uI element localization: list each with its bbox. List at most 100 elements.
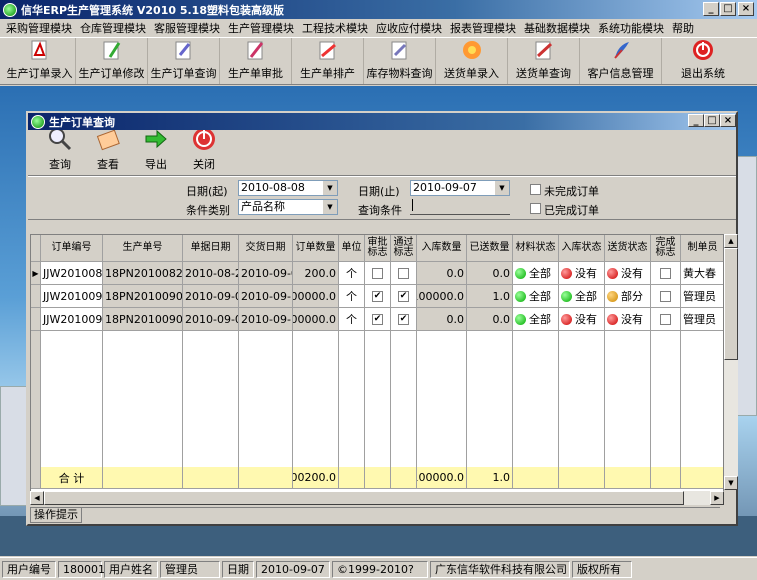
unfinished-checkbox[interactable] xyxy=(530,184,541,195)
maximize-button[interactable]: □ xyxy=(720,2,736,16)
status-dot-icon xyxy=(561,313,572,325)
col-qty[interactable]: 订单数量 xyxy=(293,235,339,262)
col-unit[interactable]: 单位 xyxy=(339,235,365,262)
vertical-scrollbar[interactable]: ▲ ▼ xyxy=(724,234,738,490)
order-query-button[interactable]: 生产订单查询 xyxy=(148,38,220,84)
col-material-status[interactable]: 材料状态 xyxy=(513,235,559,262)
row-checkbox[interactable]: ✔ xyxy=(372,290,383,302)
col-done[interactable]: 完成 标志 xyxy=(651,235,681,262)
menu-reports[interactable]: 报表管理模块 xyxy=(446,20,520,36)
cell-unit: 个 xyxy=(339,262,365,285)
customer-info-button[interactable]: 客户信息管理 xyxy=(580,38,662,84)
order-approve-button[interactable]: 生产单审批 xyxy=(220,38,292,84)
col-order-no[interactable]: 订单编号 xyxy=(41,235,103,262)
toolbar-label: 生产订单修改 xyxy=(78,67,145,80)
scroll-up-icon[interactable]: ▲ xyxy=(724,234,738,248)
menu-customer-service[interactable]: 客服管理模块 xyxy=(150,20,224,36)
row-checkbox[interactable]: ✔ xyxy=(372,313,383,325)
chevron-down-icon[interactable]: ▼ xyxy=(495,181,509,195)
close-window-button[interactable]: × xyxy=(738,2,754,16)
minimize-button[interactable]: _ xyxy=(703,2,719,16)
order-schedule-button[interactable]: 生产单排产 xyxy=(292,38,364,84)
menu-base-data[interactable]: 基础数据模块 xyxy=(520,20,594,36)
empty-cell xyxy=(467,331,513,467)
col-sent-qty[interactable]: 已送数量 xyxy=(467,235,513,262)
hscroll-thumb[interactable] xyxy=(44,491,684,505)
order-entry-button[interactable]: 生产订单录入 xyxy=(4,38,76,84)
cell-qty: 100000.0 xyxy=(293,308,339,331)
menu-production[interactable]: 生产管理模块 xyxy=(224,20,298,36)
empty-cell xyxy=(103,331,183,467)
window-close-button[interactable]: × xyxy=(720,114,736,127)
row-checkbox[interactable] xyxy=(372,267,383,279)
cell-text: 2010-09-01 xyxy=(241,266,292,280)
date-from-picker[interactable]: 2010-08-08 ▼ xyxy=(238,180,338,196)
window-maximize-button[interactable]: □ xyxy=(704,114,720,127)
menu-system[interactable]: 系统功能模块 xyxy=(594,20,668,36)
delivery-query-button[interactable]: 送货单查询 xyxy=(508,38,580,84)
row-indicator xyxy=(31,308,41,331)
col-in-qty[interactable]: 入库数量 xyxy=(417,235,467,262)
row-checkbox[interactable] xyxy=(660,290,671,302)
menu-help[interactable]: 帮助 xyxy=(668,20,698,36)
empty-cell xyxy=(339,331,365,467)
chevron-down-icon[interactable]: ▼ xyxy=(323,181,337,195)
menu-purchase[interactable]: 采购管理模块 xyxy=(2,20,76,36)
order-edit-button[interactable]: 生产订单修改 xyxy=(76,38,148,84)
scroll-right-icon[interactable]: ▶ xyxy=(710,491,724,505)
col-maker[interactable]: 制单员 xyxy=(681,235,723,262)
finished-checkbox[interactable] xyxy=(530,203,541,214)
query-button[interactable]: 查询 xyxy=(36,128,84,175)
row-checkbox[interactable] xyxy=(660,313,671,325)
cell-text: 100000.0 xyxy=(293,289,336,303)
menu-receivable-payable[interactable]: 应收应付模块 xyxy=(372,20,446,36)
col-instock-status[interactable]: 入库状态 xyxy=(559,235,605,262)
col-prod-no[interactable]: 生产单号 xyxy=(103,235,183,262)
status-dot-icon xyxy=(515,290,526,302)
scroll-left-icon[interactable]: ◀ xyxy=(30,491,44,505)
col-ship-status[interactable]: 送货状态 xyxy=(605,235,651,262)
row-checkbox[interactable] xyxy=(660,267,671,279)
view-button[interactable]: 查看 xyxy=(84,129,132,175)
delivery-entry-button[interactable]: 送货单录入 xyxy=(436,38,508,84)
inventory-query-button[interactable]: 库存物料查询 xyxy=(364,38,436,84)
horizontal-scrollbar[interactable]: ◀ ▶ xyxy=(30,491,724,505)
col-doc-date[interactable]: 单据日期 xyxy=(183,235,239,262)
row-checkbox[interactable]: ✔ xyxy=(398,290,409,302)
table-row[interactable]: ▶JJW2010082118PN201008200142010-08-20201… xyxy=(31,262,723,285)
row-checkbox[interactable]: ✔ xyxy=(398,313,409,325)
col-delivery-date[interactable]: 交货日期 xyxy=(239,235,293,262)
status-text: 没有 xyxy=(575,313,597,326)
cell-text: 0.0 xyxy=(492,266,511,280)
status-dot-icon xyxy=(607,267,618,279)
row-checkbox[interactable] xyxy=(398,267,409,279)
col-approved[interactable]: 审批 标志 xyxy=(365,235,391,262)
window-minimize-button[interactable]: _ xyxy=(688,114,704,127)
query-input[interactable] xyxy=(410,199,510,215)
cell-order: JJW20100910 xyxy=(41,285,103,308)
date-to-picker[interactable]: 2010-09-07 ▼ xyxy=(410,180,510,196)
order-query-window: 生产订单查询 _ □ × 查询 查看 导出 关闭 日期(起) 2010-08-0… xyxy=(26,111,738,526)
export-button[interactable]: 导出 xyxy=(132,129,180,175)
category-select[interactable]: 产品名称 ▼ xyxy=(238,199,338,215)
cell-date: 2010-09-06 xyxy=(183,308,239,331)
window-toolbar: 查询 查看 导出 关闭 xyxy=(28,128,736,176)
cell-sent: 0.0 xyxy=(467,308,513,331)
status-text: 没有 xyxy=(621,267,643,280)
menu-engineering[interactable]: 工程技术模块 xyxy=(298,20,372,36)
table-row[interactable]: JJW2010091018PN201009060012010-09-062010… xyxy=(31,285,723,308)
scroll-thumb[interactable] xyxy=(724,248,738,360)
close-button[interactable]: 关闭 xyxy=(180,128,228,175)
cell-ship-status: 没有 xyxy=(605,308,651,331)
empty-cell xyxy=(41,331,103,467)
exit-system-button[interactable]: 退出系统 xyxy=(662,38,744,84)
cell-text: 2010-09-06 xyxy=(185,312,238,326)
chevron-down-icon[interactable]: ▼ xyxy=(323,200,337,214)
tab-operation-tips[interactable]: 操作提示 xyxy=(30,508,82,523)
query-label: 查询条件 xyxy=(358,204,402,217)
toolbar-label: 送货单录入 xyxy=(444,67,499,80)
scroll-down-icon[interactable]: ▼ xyxy=(724,476,738,490)
table-row[interactable]: JJW2010091018PN201009060022010-09-062010… xyxy=(31,308,723,331)
col-passed[interactable]: 通过 标志 xyxy=(391,235,417,262)
menu-warehouse[interactable]: 仓库管理模块 xyxy=(76,20,150,36)
